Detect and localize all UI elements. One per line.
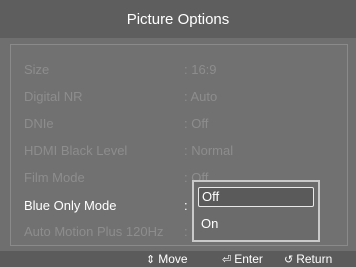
menu-item-value: : 16:9 — [184, 62, 217, 77]
hint-move: ⇕ Move — [146, 252, 188, 266]
hint-move-label: Move — [158, 252, 188, 266]
menu-item-label: Film Mode — [24, 170, 85, 185]
menu-item-label: Auto Motion Plus 120Hz — [24, 224, 164, 239]
return-icon: ↺ — [284, 252, 294, 266]
dropdown-option-on[interactable]: On — [198, 215, 314, 235]
menu-item-value: : — [184, 198, 188, 213]
hint-enter: ⏎ Enter — [222, 252, 263, 266]
title-bar: Picture Options — [0, 0, 356, 38]
dropdown-option-off[interactable]: Off — [198, 187, 314, 207]
menu-item-label: Size — [24, 62, 50, 77]
enter-icon: ⏎ — [222, 252, 232, 266]
menu-item-value: : Auto — [184, 89, 218, 104]
menu-item-label: HDMI Black Level — [24, 143, 128, 158]
menu-item-value: : Normal — [184, 143, 234, 158]
updown-arrow-icon: ⇕ — [146, 252, 156, 266]
menu-item-hdmi-black-level[interactable]: HDMI Black Level : Normal — [24, 143, 324, 163]
menu-item-digital-nr[interactable]: Digital NR : Auto — [24, 89, 324, 109]
menu-item-value: : — [184, 224, 188, 239]
menu-item-value: : Off — [184, 116, 209, 131]
hint-return-label: Return — [296, 252, 333, 266]
menu-item-label: Blue Only Mode — [24, 198, 117, 213]
footer-hint-bar: ⇕ Move ⏎ Enter ↺ Return — [0, 251, 356, 267]
hint-enter-label: Enter — [234, 252, 263, 266]
blue-only-mode-dropdown[interactable]: Off On — [192, 180, 320, 242]
menu-item-label: Digital NR — [24, 89, 83, 104]
hint-return: ↺ Return — [284, 252, 332, 266]
menu-item-size[interactable]: Size : 16:9 — [24, 62, 324, 82]
menu-item-dnie[interactable]: DNIe : Off — [24, 116, 324, 136]
menu-item-label: DNIe — [24, 116, 54, 131]
page-title: Picture Options — [126, 10, 230, 28]
